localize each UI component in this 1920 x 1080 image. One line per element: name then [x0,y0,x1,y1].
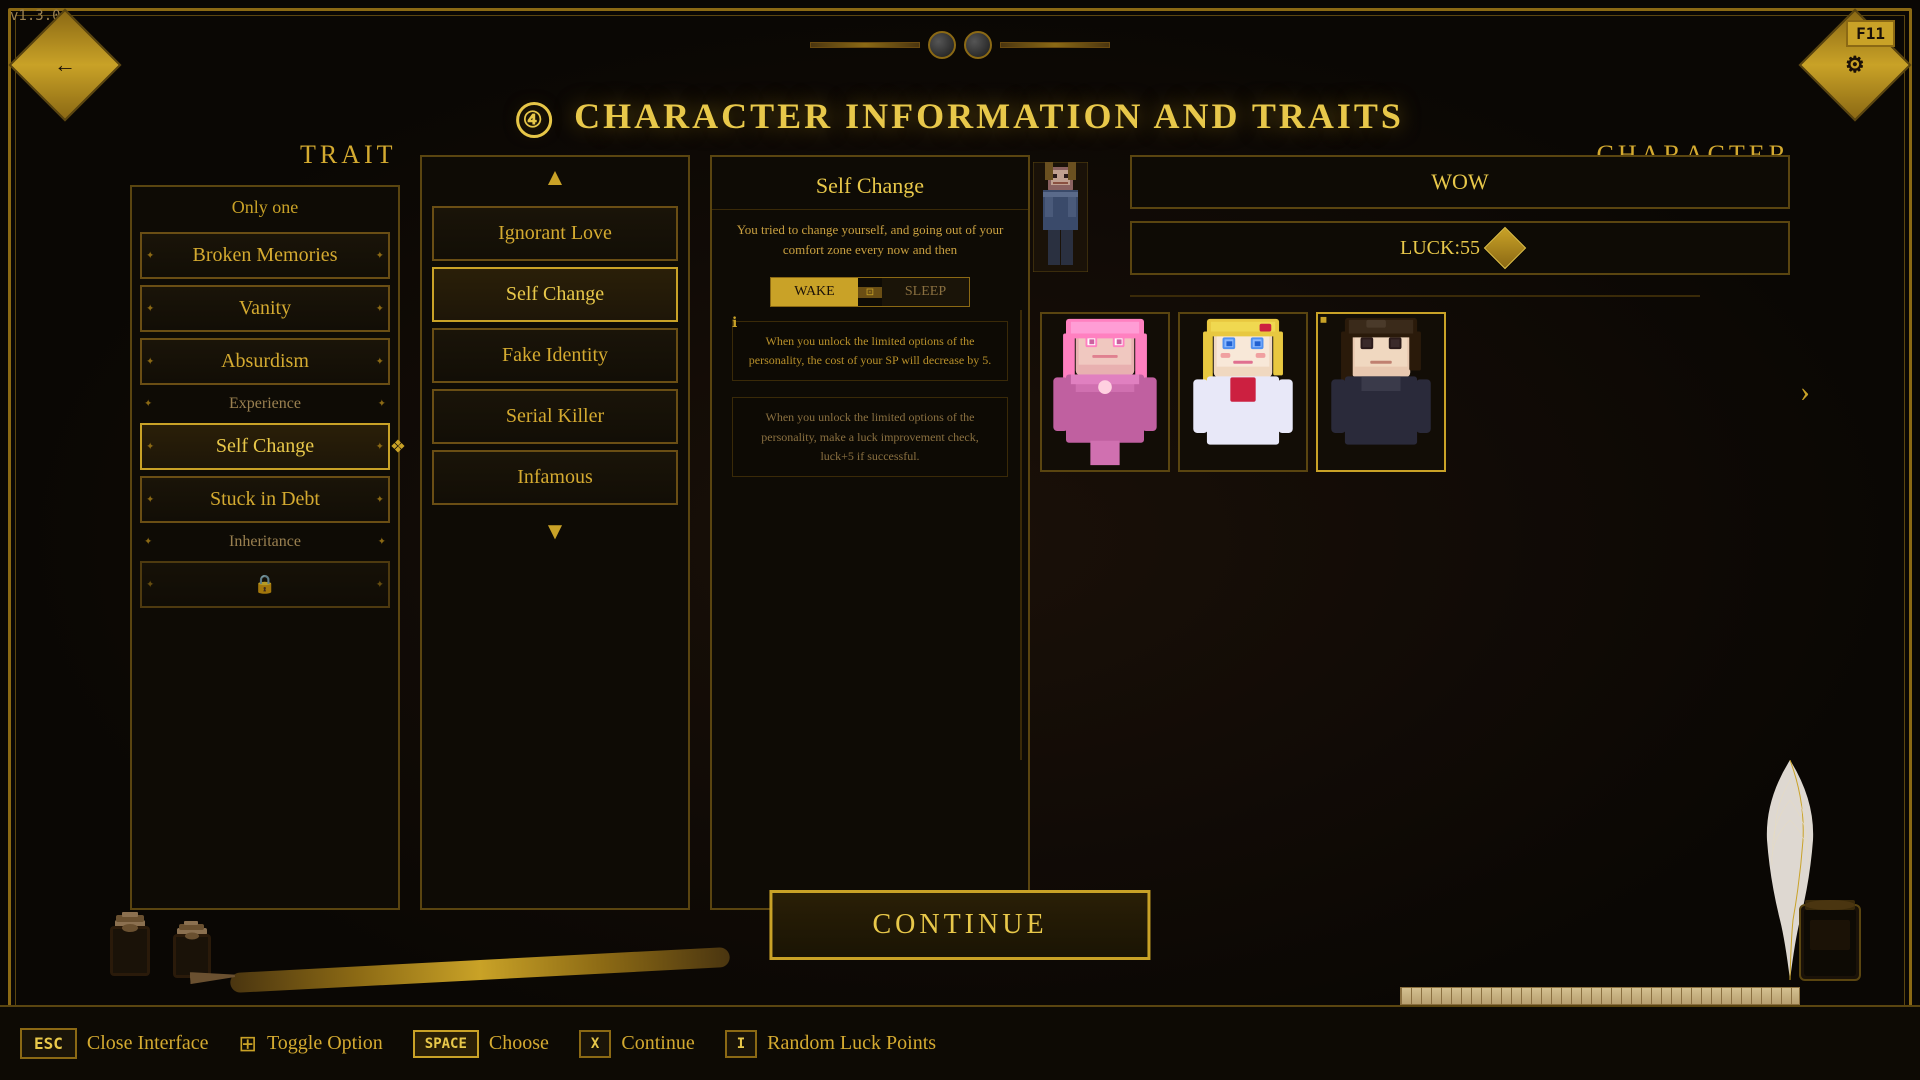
top-ornament [810,20,1110,70]
character-portraits-container: › [1040,312,1790,472]
f11-badge[interactable]: F11 [1846,20,1895,47]
trait-self-change[interactable]: Self Change ❖ [140,423,390,470]
character-name-box: WOW [1130,155,1790,209]
ornament-gem-2 [964,31,992,59]
content-area: Only one Broken Memories Vanity Absurdis… [130,155,1790,990]
trait-vanity[interactable]: Vanity [140,285,390,332]
portrait-dark-hair-char[interactable] [1316,312,1446,472]
sleep-button[interactable]: SLEEP [882,278,969,306]
toolbar-close-interface: ESC Close Interface [20,1028,209,1059]
trait-locked: 🔒 [140,561,390,608]
ruler-decoration [1400,987,1800,1005]
scroll-up-button[interactable]: ▲ [422,157,688,200]
close-interface-label: Close Interface [87,1032,209,1055]
x-key-badge[interactable]: X [579,1030,611,1058]
luck-diamond-icon [1484,227,1526,269]
info-icon-1: ℹ [732,315,737,332]
toolbar-random-luck: I Random Luck Points [725,1030,936,1058]
corner-top-left: ← [15,15,115,115]
effect-row-1: ℹ When you unlock the limited options of… [722,315,1018,387]
ornament-gem-1 [928,31,956,59]
option-ignorant-love[interactable]: Ignorant Love [432,206,678,261]
trait-absurdism[interactable]: Absurdism [140,338,390,385]
step-number: ④ [516,102,552,138]
back-arrow-icon: ← [54,52,76,78]
toggle-icon: ⊞ [239,1031,257,1057]
page-title: ④ CHARACTER INFORMATION AND TRAITS [516,95,1404,138]
portrait-blonde-svg [1178,314,1308,470]
option-serial-killer[interactable]: Serial Killer [432,389,678,444]
luck-value: LUCK:55 [1400,237,1480,260]
portrait-dark-hair-svg [1316,314,1446,470]
ink-jar-right [1790,900,1870,995]
trait-inheritance-label: Inheritance [140,529,390,555]
scroll-down-button[interactable]: ▼ [422,511,688,554]
effect-text-1: When you unlock the limited options of t… [732,321,1008,381]
detail-title: Self Change [712,157,1028,210]
effect-text-2: When you unlock the limited options of t… [732,397,1008,477]
page-header: ④ CHARACTER INFORMATION AND TRAITS [516,95,1404,138]
character-name: WOW [1431,169,1488,194]
trait-category-panel: Only one Broken Memories Vanity Absurdis… [130,185,400,910]
wake-button[interactable]: WAKE [771,278,858,306]
esc-key-badge[interactable]: ESC [20,1028,77,1059]
section-divider [1020,310,1022,760]
space-key-badge[interactable]: SPACE [413,1030,479,1058]
trait-broken-memories[interactable]: Broken Memories [140,232,390,279]
bottom-toolbar: ESC Close Interface ⊞ Toggle Option SPAC… [0,1005,1920,1080]
ornament-bar-right [1000,42,1110,48]
trait-stuck-in-debt[interactable]: Stuck in Debt [140,476,390,523]
page-title-text: CHARACTER INFORMATION AND TRAITS [574,96,1404,136]
gear-icon: ⚙ [1845,52,1865,78]
wake-sleep-toggle[interactable]: WAKE ⊡ SLEEP [770,277,970,307]
random-luck-label: Random Luck Points [767,1032,936,1055]
i-key-badge[interactable]: I [725,1030,757,1058]
ink-bottle-svg-1 [100,910,160,990]
toggle-slider-icon: ⊡ [858,287,882,298]
toolbar-continue: X Continue [579,1030,695,1058]
luck-box: LUCK:55 [1130,221,1790,275]
portrait-blonde-char[interactable] [1178,312,1308,472]
character-panel: WOW LUCK:55 [1040,155,1790,910]
char-divider-line [1130,295,1700,297]
toggle-option-label: Toggle Option [267,1032,383,1055]
effect-row-2: When you unlock the limited options of t… [722,391,1018,483]
only-one-label: Only one [132,187,398,226]
toolbar-toggle-option: ⊞ Toggle Option [239,1031,383,1057]
toolbar-choose: SPACE Choose [413,1030,549,1058]
trait-options-panel: ▲ Ignorant Love Self Change Fake Identit… [420,155,690,910]
portrait-next-arrow[interactable]: › [1800,375,1810,409]
portrait-pink-svg [1040,314,1170,470]
option-self-change[interactable]: Self Change [432,267,678,322]
ink-jar-svg [1790,900,1870,990]
ornament-bar-left [810,42,920,48]
option-infamous[interactable]: Infamous [432,450,678,505]
trait-detail-panel: Self Change You tried to change yourself… [710,155,1030,910]
continue-button[interactable]: CONTINUE [769,890,1150,960]
option-fake-identity[interactable]: Fake Identity [432,328,678,383]
corner-diamond-tl: ← [8,8,121,121]
selected-indicator-icon: ❖ [390,436,406,457]
corner-top-right: ⚙ F11 [1805,15,1905,115]
lock-icon: 🔒 [254,574,276,594]
continue-label: Continue [621,1032,694,1055]
detail-description: You tried to change yourself, and going … [712,210,1028,269]
choose-label: Choose [489,1032,549,1055]
trait-experience-label: Experience [140,391,390,417]
portrait-pink-char[interactable] [1040,312,1170,472]
